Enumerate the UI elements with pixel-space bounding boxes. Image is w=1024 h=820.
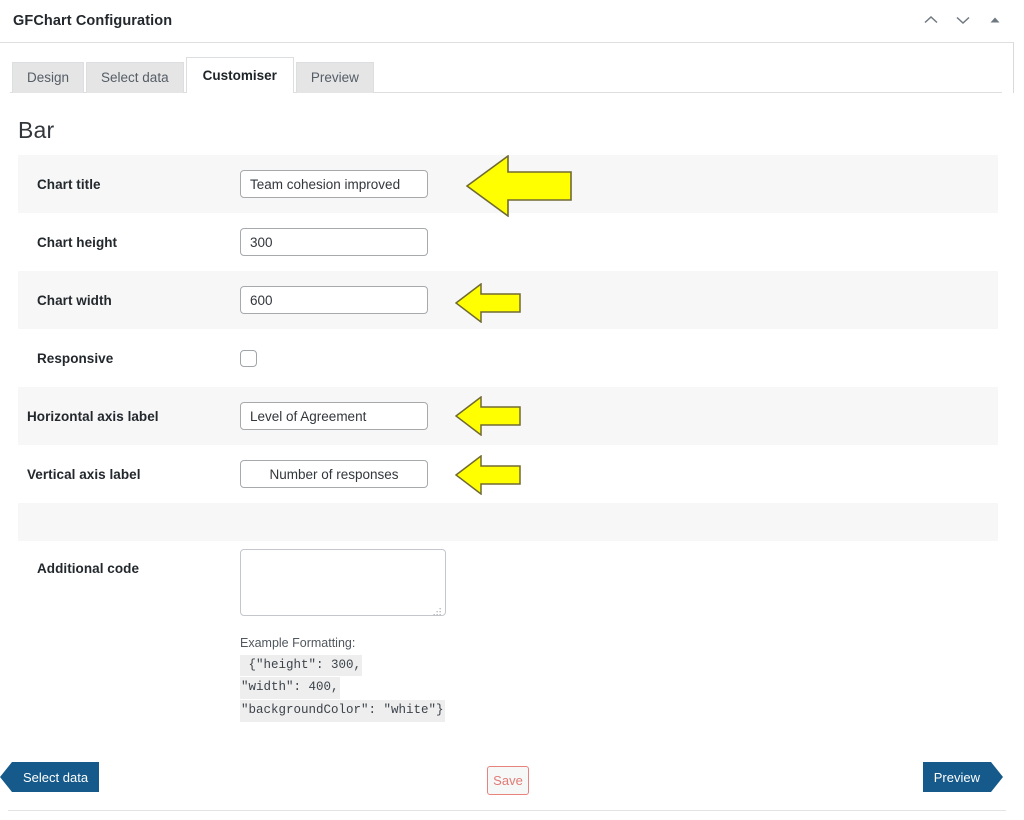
tab-list: Design Select data Customiser Preview bbox=[12, 57, 374, 93]
vertical-axis-field-wrap bbox=[240, 460, 998, 488]
chart-width-field-wrap bbox=[240, 286, 998, 314]
select-data-nav-button[interactable]: Select data bbox=[0, 762, 100, 792]
section-heading: Bar bbox=[18, 117, 55, 143]
example-code-line-2: "backgroundColor": "white"} bbox=[240, 700, 445, 722]
window-title: GFChart Configuration bbox=[13, 13, 173, 29]
chevron-down-icon[interactable] bbox=[954, 11, 972, 29]
save-button[interactable]: Save bbox=[487, 766, 529, 795]
additional-code-label: Additional code bbox=[37, 561, 139, 576]
form-row-chart-title: Chart title bbox=[18, 155, 998, 213]
example-code-line-wrap-2: "backgroundColor": "white"} bbox=[240, 700, 445, 722]
tab-customiser[interactable]: Customiser bbox=[185, 57, 294, 93]
triangle-up-icon[interactable] bbox=[986, 11, 1004, 29]
vertical-axis-label-input[interactable] bbox=[240, 460, 428, 488]
tab-design-label: Design bbox=[27, 70, 70, 85]
example-code-line-wrap-0: {"height": 300, bbox=[240, 654, 445, 677]
additional-code-textarea-wrap bbox=[240, 549, 446, 621]
form-row-horizontal-axis-label: Horizontal axis label bbox=[18, 387, 998, 445]
arrow-left-icon bbox=[0, 762, 12, 792]
vertical-axis-label-label: Vertical axis label bbox=[27, 466, 141, 482]
responsive-field-wrap bbox=[240, 349, 998, 367]
form-row-chart-width: Chart width bbox=[18, 271, 998, 329]
form-row-spacer bbox=[18, 503, 998, 541]
tab-design[interactable]: Design bbox=[12, 62, 85, 93]
horizontal-axis-label-label: Horizontal axis label bbox=[27, 408, 159, 424]
additional-code-textarea[interactable] bbox=[240, 549, 446, 616]
tab-strip: Design Select data Customiser Preview bbox=[0, 57, 1014, 93]
responsive-checkbox[interactable] bbox=[240, 349, 257, 367]
window-inner: GFChart Configuration Design Select data… bbox=[0, 0, 1014, 820]
form-row-chart-height: Chart height bbox=[18, 213, 998, 271]
additional-code-field-wrap: Example Formatting: {"height": 300, "wid… bbox=[240, 549, 998, 723]
chevron-up-icon[interactable] bbox=[922, 11, 940, 29]
chart-height-input[interactable] bbox=[240, 228, 428, 256]
chart-title-field-wrap bbox=[240, 170, 998, 198]
form-row-vertical-axis-label: Vertical axis label bbox=[18, 445, 998, 503]
customiser-form: Chart title Chart height Chart width bbox=[18, 155, 998, 723]
form-row-additional-code: Additional code Example Formatting: {"he… bbox=[18, 541, 998, 723]
example-code-line-0: {"height": 300, bbox=[240, 654, 363, 677]
example-formatting-title: Example Formatting: bbox=[240, 636, 356, 650]
preview-nav-button[interactable]: Preview bbox=[922, 762, 1003, 792]
example-code-line-wrap-1: "width": 400, bbox=[240, 677, 445, 699]
chart-height-label: Chart height bbox=[37, 234, 118, 250]
gfchart-configuration-window: GFChart Configuration Design Select data… bbox=[0, 0, 1024, 820]
customiser-panel: Bar Chart title Chart height Chart width bbox=[0, 93, 1014, 753]
tab-preview[interactable]: Preview bbox=[295, 62, 374, 93]
chart-width-label: Chart width bbox=[37, 292, 112, 308]
arrow-right-icon bbox=[991, 762, 1003, 792]
window-controls bbox=[922, 11, 1004, 29]
example-code-line-1: "width": 400, bbox=[240, 677, 340, 699]
form-row-responsive: Responsive bbox=[18, 329, 998, 387]
footer-separator bbox=[8, 810, 1006, 811]
chart-title-input[interactable] bbox=[240, 170, 428, 198]
chart-title-label: Chart title bbox=[37, 176, 101, 192]
tab-select-data[interactable]: Select data bbox=[86, 62, 184, 93]
chart-width-input[interactable] bbox=[240, 286, 428, 314]
tab-customiser-label: Customiser bbox=[202, 68, 277, 83]
tab-preview-label: Preview bbox=[310, 70, 359, 85]
preview-nav-label: Preview bbox=[922, 762, 991, 792]
window-titlebar: GFChart Configuration bbox=[0, 0, 1014, 43]
horizontal-axis-label-input[interactable] bbox=[240, 402, 428, 430]
chart-height-field-wrap bbox=[240, 228, 998, 256]
responsive-label: Responsive bbox=[37, 350, 114, 366]
example-formatting-block: Example Formatting: {"height": 300, "wid… bbox=[240, 637, 445, 723]
select-data-nav-label: Select data bbox=[12, 762, 100, 792]
tab-select-data-label: Select data bbox=[101, 70, 169, 85]
horizontal-axis-field-wrap bbox=[240, 402, 998, 430]
